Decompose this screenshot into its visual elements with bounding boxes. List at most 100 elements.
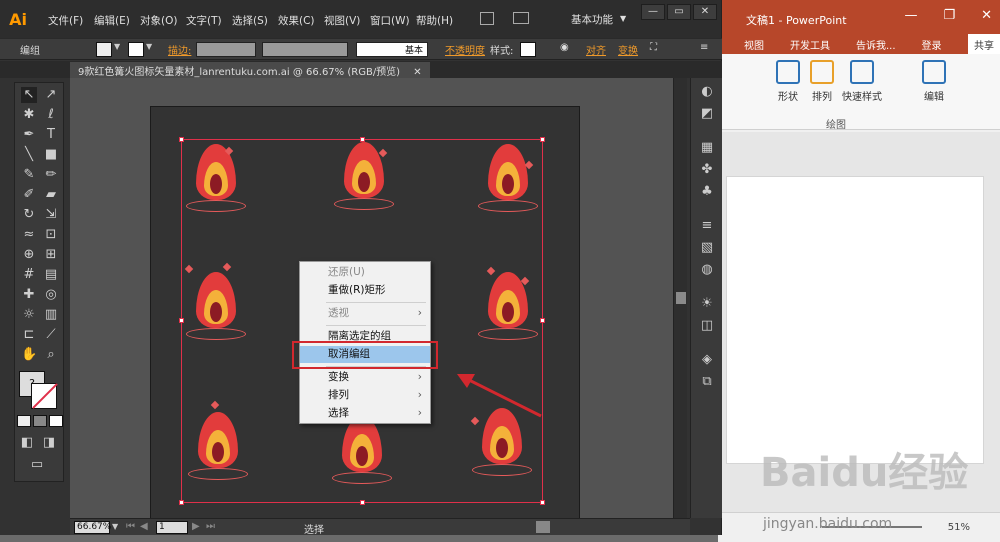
column-graph-icon[interactable]: ▥ [43, 307, 59, 323]
perspective-grid-icon[interactable]: ⊞ [43, 247, 59, 263]
recolor-icon[interactable]: ◉ [560, 42, 569, 53]
tab-view[interactable]: 视图 [744, 37, 764, 52]
tab-developer[interactable]: 开发工具 [790, 37, 830, 52]
menu-edit[interactable]: 编辑(E) [94, 13, 130, 28]
eraser-icon[interactable]: ▰ [43, 187, 59, 203]
transparency-icon[interactable]: ◍ [699, 262, 715, 278]
artboards-icon[interactable]: ⧉ [699, 374, 715, 390]
current-tool-status[interactable]: 选择 [304, 521, 324, 536]
swatches-icon[interactable]: ▦ [699, 140, 715, 156]
close-icon[interactable]: ✕ [981, 8, 992, 23]
campfire-icon[interactable] [334, 142, 394, 222]
menu-view[interactable]: 视图(V) [324, 13, 360, 28]
quick-styles-button[interactable]: 快速样式 [842, 60, 882, 103]
slide[interactable] [726, 176, 984, 464]
rectangle-tool-icon[interactable]: ■ [43, 147, 59, 163]
arrange-documents-icon[interactable] [513, 12, 529, 24]
share-button[interactable]: 共享 [968, 34, 1000, 54]
layers-icon[interactable]: ◈ [699, 352, 715, 368]
menu-item-transform[interactable]: 变换 › [300, 369, 430, 386]
variable-width-profile[interactable] [262, 42, 348, 57]
campfire-icon[interactable] [478, 144, 538, 224]
scale-icon[interactable]: ⇲ [43, 207, 59, 223]
menu-item-arrange[interactable]: 排列 › [300, 387, 430, 404]
direct-selection-tool-icon[interactable]: ↗ [43, 87, 59, 103]
shape-builder-icon[interactable]: ⊕ [21, 247, 37, 263]
resize-handle[interactable] [540, 137, 545, 142]
resize-handle[interactable] [540, 318, 545, 323]
chevron-down-icon[interactable]: ▼ [114, 42, 120, 51]
blob-brush-icon[interactable]: ✐ [21, 187, 37, 203]
appearance-icon[interactable]: ☀ [699, 296, 715, 312]
gradient-mode-icon[interactable] [33, 415, 47, 427]
sign-in[interactable]: 登录 [922, 37, 942, 52]
pencil-icon[interactable]: ✏ [43, 167, 59, 183]
free-transform-icon[interactable]: ⊡ [43, 227, 59, 243]
arrange-button[interactable]: 排列 [810, 60, 834, 103]
scrollbar-thumb[interactable] [676, 292, 686, 304]
zoom-level[interactable]: 51% [948, 522, 970, 533]
menu-file[interactable]: 文件(F) [48, 13, 83, 28]
color-guide-icon[interactable]: ◩ [699, 106, 715, 122]
brush-definition[interactable]: 基本 [356, 42, 428, 57]
resize-handle[interactable] [179, 500, 184, 505]
opacity-label[interactable]: 不透明度 [445, 42, 485, 57]
next-artboard-icon[interactable]: ▶ [192, 521, 200, 532]
tell-me[interactable]: 告诉我... [856, 37, 896, 52]
campfire-icon[interactable] [188, 400, 248, 492]
fill-swatch[interactable] [96, 42, 112, 57]
eyedropper-icon[interactable]: ✚ [21, 287, 37, 303]
resize-handle[interactable] [179, 318, 184, 323]
shapes-button[interactable]: 形状 [776, 60, 800, 103]
menu-select[interactable]: 选择(S) [232, 13, 268, 28]
brushes-icon[interactable]: ✤ [699, 162, 715, 178]
paintbrush-icon[interactable]: ✎ [21, 167, 37, 183]
first-artboard-icon[interactable]: ⏮ [126, 521, 135, 532]
campfire-icon[interactable] [332, 416, 392, 496]
stroke-color-box[interactable] [31, 383, 58, 409]
menu-object[interactable]: 对象(O) [140, 13, 177, 28]
slice-tool-icon[interactable]: ⟋ [43, 327, 59, 343]
stroke-swatch[interactable] [128, 42, 144, 57]
resize-handle[interactable] [179, 137, 184, 142]
menu-window[interactable]: 窗口(W) [370, 13, 410, 28]
minimize-icon[interactable]: — [641, 4, 665, 20]
magic-wand-icon[interactable]: ✱ [21, 107, 37, 123]
restore-icon[interactable]: ❐ [943, 8, 955, 23]
align-label[interactable]: 对齐 [586, 42, 606, 57]
close-icon[interactable]: ✕ [693, 4, 717, 20]
stroke-weight-field[interactable] [196, 42, 256, 57]
gradient-icon[interactable]: ▤ [43, 267, 59, 283]
draw-behind-icon[interactable]: ◨ [41, 435, 57, 451]
close-icon[interactable]: ✕ [413, 67, 421, 78]
campfire-icon[interactable] [478, 266, 538, 352]
transform-label[interactable]: 变换 [618, 42, 638, 57]
menu-item-perspective[interactable]: 透视 › [300, 305, 430, 322]
fill-stroke-widget[interactable]: ? [17, 369, 61, 413]
screen-mode-icon[interactable]: ▭ [29, 457, 45, 473]
stroke-panel-icon[interactable]: ≡ [699, 218, 715, 234]
warp-icon[interactable]: ≈ [21, 227, 37, 243]
color-mode-icon[interactable] [17, 415, 31, 427]
type-tool-icon[interactable]: T [43, 127, 59, 143]
blend-icon[interactable]: ◎ [43, 287, 59, 303]
menu-effect[interactable]: 效果(C) [278, 13, 315, 28]
isolate-icon[interactable]: ⛶ [650, 42, 657, 53]
horizontal-scroll-thumb[interactable] [536, 521, 550, 533]
selection-tool-icon[interactable]: ↖ [21, 87, 37, 103]
symbols-icon[interactable]: ♣ [699, 184, 715, 200]
editing-button[interactable]: 编辑 [922, 60, 946, 103]
chevron-down-icon[interactable]: ▼ [620, 14, 626, 23]
vertical-scrollbar[interactable] [673, 78, 687, 518]
menu-help[interactable]: 帮助(H) [416, 13, 453, 28]
resize-handle[interactable] [360, 500, 365, 505]
menu-type[interactable]: 文字(T) [186, 13, 222, 28]
rotate-icon[interactable]: ↻ [21, 207, 37, 223]
chevron-down-icon[interactable]: ▼ [112, 522, 118, 531]
artboard-tool-icon[interactable]: ⊏ [21, 327, 37, 343]
style-swatch[interactable] [520, 42, 536, 57]
minimize-icon[interactable]: — [904, 8, 917, 23]
stroke-label[interactable]: 描边: [168, 42, 191, 57]
gradient-panel-icon[interactable]: ▧ [699, 240, 715, 256]
lasso-icon[interactable]: ℓ [43, 107, 59, 123]
